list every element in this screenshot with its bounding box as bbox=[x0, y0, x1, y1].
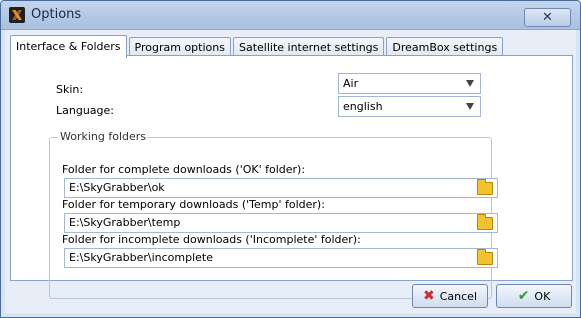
temp-folder-label: Folder for temporary downloads ('Temp' f… bbox=[62, 198, 325, 211]
skin-select[interactable]: Air bbox=[338, 73, 481, 94]
chevron-down-icon bbox=[466, 80, 474, 87]
temp-folder-field[interactable]: E:\SkyGrabber\temp bbox=[64, 213, 498, 233]
working-folders-title: Working folders bbox=[58, 130, 149, 143]
ok-button[interactable]: ✔ OK bbox=[496, 284, 572, 308]
skin-label: Skin: bbox=[56, 83, 84, 96]
incomplete-folder-label: Folder for incomplete downloads ('Incomp… bbox=[62, 233, 361, 246]
skygrabber-app-icon bbox=[9, 7, 25, 23]
tab-panel-interface-folders: Skin: Air Language: english Working fold… bbox=[10, 55, 573, 299]
tab-dreambox-settings[interactable]: DreamBox settings bbox=[386, 37, 504, 57]
close-button[interactable]: ✕ bbox=[524, 8, 571, 27]
skin-select-value: Air bbox=[343, 77, 359, 90]
browse-folder-icon[interactable] bbox=[477, 179, 493, 195]
incomplete-folder-value: E:\SkyGrabber\incomplete bbox=[69, 251, 213, 264]
window-title: Options bbox=[31, 7, 82, 22]
cancel-button[interactable]: ✖ Cancel bbox=[412, 284, 488, 308]
ok-folder-label: Folder for complete downloads ('OK' fold… bbox=[62, 163, 306, 176]
cancel-button-label: Cancel bbox=[439, 289, 477, 303]
tab-satellite-internet-settings[interactable]: Satellite internet settings bbox=[232, 37, 385, 57]
language-select[interactable]: english bbox=[338, 96, 481, 117]
language-select-value: english bbox=[343, 100, 383, 113]
checkmark-icon: ✔ bbox=[517, 288, 530, 304]
dialog-body: Interface & Folders Program options Sate… bbox=[5, 30, 576, 313]
incomplete-folder-field[interactable]: E:\SkyGrabber\incomplete bbox=[64, 248, 498, 268]
tab-program-options[interactable]: Program options bbox=[128, 37, 231, 57]
browse-folder-icon[interactable] bbox=[477, 214, 493, 230]
ok-button-label: OK bbox=[534, 289, 551, 303]
language-label: Language: bbox=[56, 104, 114, 117]
tab-strip: Interface & Folders Program options Sate… bbox=[10, 35, 505, 58]
ok-folder-value: E:\SkyGrabber\ok bbox=[69, 181, 165, 194]
title-bar[interactable]: Options ✕ bbox=[1, 1, 580, 30]
ok-folder-field[interactable]: E:\SkyGrabber\ok bbox=[64, 178, 498, 198]
close-icon: ✕ bbox=[542, 10, 553, 25]
browse-folder-icon[interactable] bbox=[477, 249, 493, 265]
tab-interface-folders[interactable]: Interface & Folders bbox=[10, 35, 127, 58]
chevron-down-icon bbox=[466, 103, 474, 110]
temp-folder-value: E:\SkyGrabber\temp bbox=[69, 216, 181, 229]
cancel-x-icon: ✖ bbox=[423, 288, 435, 304]
options-window: Options ✕ Interface & Folders Program op… bbox=[0, 0, 581, 318]
